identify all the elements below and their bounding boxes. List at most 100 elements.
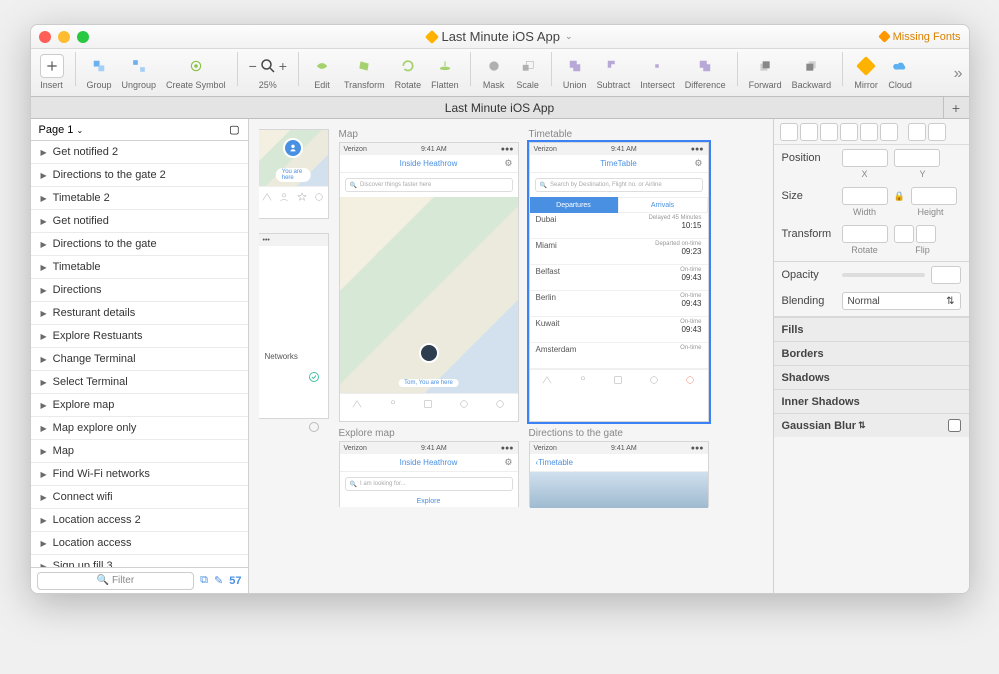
zoom-button[interactable] xyxy=(77,31,89,43)
cloud-tool[interactable]: Cloud xyxy=(885,52,915,90)
layer-item[interactable]: ▶Find Wi-Fi networks xyxy=(31,463,248,486)
disclosure-triangle-icon[interactable]: ▶ xyxy=(41,217,47,226)
intersect-tool[interactable]: Intersect xyxy=(637,52,678,90)
artboard-directions[interactable]: Verizon9:41 AM●●● ‹ Timetable xyxy=(529,441,709,507)
disclosure-triangle-icon[interactable]: ▶ xyxy=(41,516,47,525)
flight-row[interactable]: BerlinOn-time09:43 xyxy=(530,291,708,317)
lock-icon[interactable]: 🔒 xyxy=(894,191,905,202)
layer-item[interactable]: ▶Explore map xyxy=(31,394,248,417)
mirror-tool[interactable]: Mirror xyxy=(851,52,881,90)
zoom-control[interactable]: − + 25% xyxy=(246,52,290,90)
gaussian-checkbox[interactable] xyxy=(948,419,961,432)
layer-item[interactable]: ▶Location access 2 xyxy=(31,509,248,532)
opacity-slider[interactable] xyxy=(842,273,925,277)
layer-item[interactable]: ▶Get notified xyxy=(31,210,248,233)
disclosure-triangle-icon[interactable]: ▶ xyxy=(41,286,47,295)
align-center-v[interactable] xyxy=(860,123,878,141)
width-input[interactable] xyxy=(842,187,888,205)
align-bottom[interactable] xyxy=(880,123,898,141)
section-inner-shadows[interactable]: Inner Shadows xyxy=(774,389,969,413)
layer-item[interactable]: ▶Map xyxy=(31,440,248,463)
ungroup-tool[interactable]: Ungroup xyxy=(119,52,160,90)
flight-row[interactable]: MiamiDeparted on-time09:23 xyxy=(530,239,708,265)
layer-item[interactable]: ▶Sign up fill 3 xyxy=(31,555,248,567)
gear-icon[interactable]: ⚙ xyxy=(504,457,512,468)
search-input[interactable]: 🔍Search by Destination, Flight no. or Ai… xyxy=(535,178,703,192)
height-input[interactable] xyxy=(911,187,957,205)
align-center-h[interactable] xyxy=(800,123,818,141)
layer-item[interactable]: ▶Select Terminal xyxy=(31,371,248,394)
forward-tool[interactable]: Forward xyxy=(746,52,785,90)
flight-row[interactable]: DubaiDelayed 45 Minutes10:15 xyxy=(530,213,708,239)
layer-item[interactable]: ▶Change Terminal xyxy=(31,348,248,371)
flatten-tool[interactable]: Flatten xyxy=(428,52,462,90)
flight-row[interactable]: AmsterdamOn-time xyxy=(530,343,708,369)
missing-fonts-warning[interactable]: Missing Fonts xyxy=(880,31,961,43)
layer-item[interactable]: ▶Directions to the gate xyxy=(31,233,248,256)
layer-item[interactable]: ▶Get notified 2 xyxy=(31,141,248,164)
section-fills[interactable]: Fills xyxy=(774,317,969,341)
disclosure-triangle-icon[interactable]: ▶ xyxy=(41,148,47,157)
add-tab-button[interactable]: + xyxy=(943,97,969,119)
filter-input[interactable]: 🔍 Filter xyxy=(37,572,195,590)
disclosure-triangle-icon[interactable]: ▶ xyxy=(41,447,47,456)
zoom-plus-icon[interactable]: + xyxy=(279,58,287,74)
disclosure-triangle-icon[interactable]: ▶ xyxy=(41,171,47,180)
canvas[interactable]: You are here ••• Networks xyxy=(249,119,773,593)
search-input[interactable]: 🔍I am looking for... xyxy=(345,477,513,491)
transform-tool[interactable]: Transform xyxy=(341,52,388,90)
scale-tool[interactable]: Scale xyxy=(513,52,543,90)
union-tool[interactable]: Union xyxy=(560,52,590,90)
tab-title[interactable]: Last Minute iOS App xyxy=(445,101,554,115)
flip-h-button[interactable] xyxy=(894,225,914,243)
artboard-label-timetable[interactable]: Timetable xyxy=(529,129,709,140)
page-selector[interactable]: Page 1 ⌄ ▢ xyxy=(31,119,248,141)
disclosure-triangle-icon[interactable]: ▶ xyxy=(41,424,47,433)
tab-departures[interactable]: Departures xyxy=(530,197,618,213)
difference-tool[interactable]: Difference xyxy=(682,52,729,90)
position-x-input[interactable] xyxy=(842,149,888,167)
toolbar-overflow-icon[interactable]: » xyxy=(954,65,963,83)
slice-icon[interactable]: ✎ xyxy=(214,574,223,587)
distribute-h[interactable] xyxy=(908,123,926,141)
artboard-label-directions[interactable]: Directions to the gate xyxy=(529,428,709,439)
layer-item[interactable]: ▶Map explore only xyxy=(31,417,248,440)
close-button[interactable] xyxy=(39,31,51,43)
disclosure-triangle-icon[interactable]: ▶ xyxy=(41,493,47,502)
artboard-explore-map[interactable]: Verizon9:41 AM●●● Inside Heathrow⚙ 🔍I am… xyxy=(339,441,519,507)
gear-icon[interactable]: ⚙ xyxy=(504,158,512,169)
disclosure-triangle-icon[interactable]: ▶ xyxy=(41,470,47,479)
minimize-button[interactable] xyxy=(58,31,70,43)
flight-row[interactable]: KuwaitOn-time09:43 xyxy=(530,317,708,343)
rotate-input[interactable] xyxy=(842,225,888,243)
blending-select[interactable]: Normal⇅ xyxy=(842,292,961,310)
layer-item[interactable]: ▶Connect wifi xyxy=(31,486,248,509)
group-tool[interactable]: Group xyxy=(84,52,115,90)
flight-row[interactable]: BelfastOn-time09:43 xyxy=(530,265,708,291)
gear-icon[interactable]: ⚙ xyxy=(694,158,702,169)
artboard-map[interactable]: Verizon9:41 AM●●● Inside Heathrow⚙ 🔍Disc… xyxy=(339,142,519,422)
disclosure-triangle-icon[interactable]: ▶ xyxy=(41,332,47,341)
tab-arrivals[interactable]: Arrivals xyxy=(618,197,708,213)
artboard-label-map[interactable]: Map xyxy=(339,129,519,140)
artboard-label-explore[interactable]: Explore map xyxy=(339,428,519,439)
disclosure-triangle-icon[interactable]: ▶ xyxy=(41,194,47,203)
chevron-down-icon[interactable]: ⌄ xyxy=(565,31,573,42)
rotate-tool[interactable]: Rotate xyxy=(392,52,425,90)
section-shadows[interactable]: Shadows xyxy=(774,365,969,389)
disclosure-triangle-icon[interactable]: ▶ xyxy=(41,355,47,364)
layer-item[interactable]: ▶Explore Restuants xyxy=(31,325,248,348)
create-symbol-tool[interactable]: Create Symbol xyxy=(163,52,229,90)
copy-icon[interactable]: ⧉ xyxy=(200,574,208,587)
layer-item[interactable]: ▶Directions to the gate 2 xyxy=(31,164,248,187)
backward-tool[interactable]: Backward xyxy=(789,52,835,90)
artboard-networks[interactable]: ••• Networks xyxy=(259,233,329,419)
disclosure-triangle-icon[interactable]: ▶ xyxy=(41,309,47,318)
distribute-v[interactable] xyxy=(928,123,946,141)
opacity-input[interactable] xyxy=(931,266,961,284)
disclosure-triangle-icon[interactable]: ▶ xyxy=(41,240,47,249)
artboard-partial-top[interactable]: You are here xyxy=(259,129,329,219)
align-left[interactable] xyxy=(780,123,798,141)
disclosure-triangle-icon[interactable]: ▶ xyxy=(41,539,47,548)
subtract-tool[interactable]: Subtract xyxy=(594,52,634,90)
